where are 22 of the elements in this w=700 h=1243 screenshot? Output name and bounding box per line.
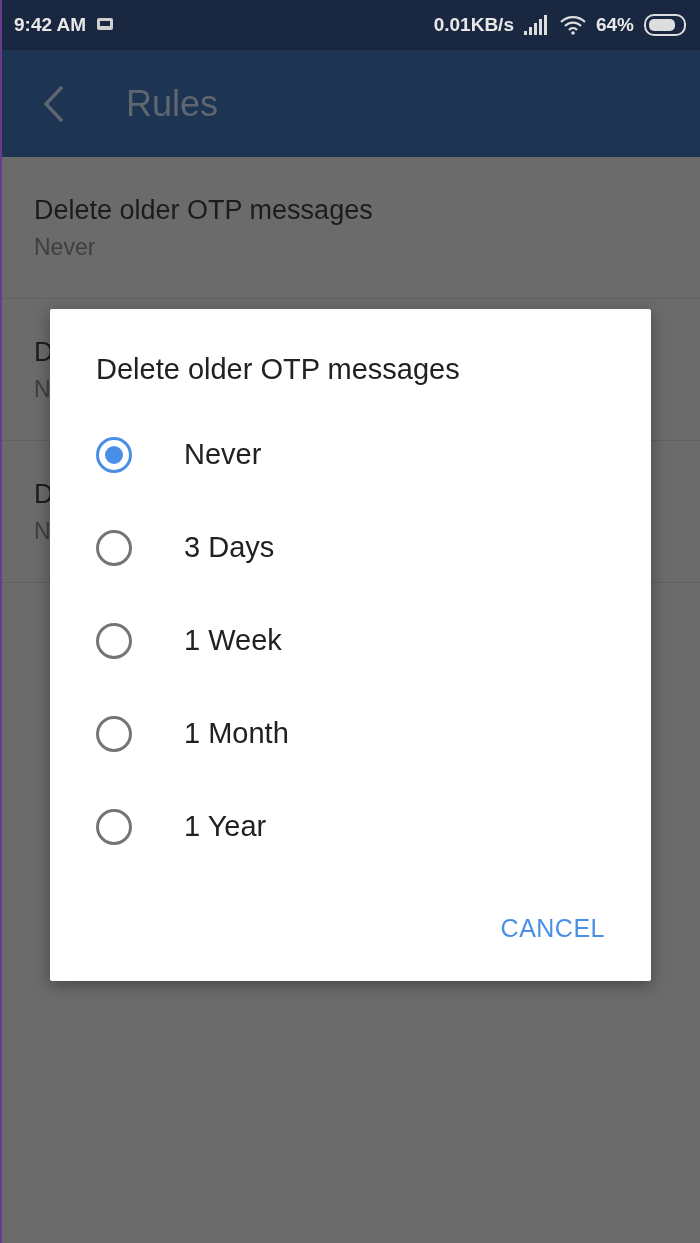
battery-percent: 64%	[595, 14, 634, 36]
option-label: 3 Days	[184, 531, 275, 564]
page-title: Rules	[126, 82, 219, 125]
option-label: 1 Month	[184, 717, 289, 750]
radio-button[interactable]	[96, 808, 132, 845]
radio-button[interactable]	[96, 529, 132, 566]
cancel-button[interactable]: CANCEL	[500, 908, 605, 949]
signal-icon	[523, 15, 550, 35]
network-speed: 0.01KB/s	[433, 14, 514, 36]
back-icon[interactable]	[42, 84, 66, 123]
wifi-icon	[559, 15, 586, 35]
radio-button[interactable]	[96, 436, 132, 473]
option-label: 1 Week	[184, 624, 282, 657]
option-label: 1 Year	[184, 810, 267, 843]
notification-icon	[96, 17, 115, 33]
option-label: Never	[184, 438, 262, 471]
setting-title: Delete older OTP messages	[34, 195, 374, 226]
radio-button[interactable]	[96, 715, 132, 752]
dialog-title: Delete older OTP messages	[96, 353, 461, 386]
radio-button[interactable]	[96, 622, 132, 659]
battery-icon	[644, 14, 688, 36]
status-time: 9:42 AM	[14, 14, 87, 36]
